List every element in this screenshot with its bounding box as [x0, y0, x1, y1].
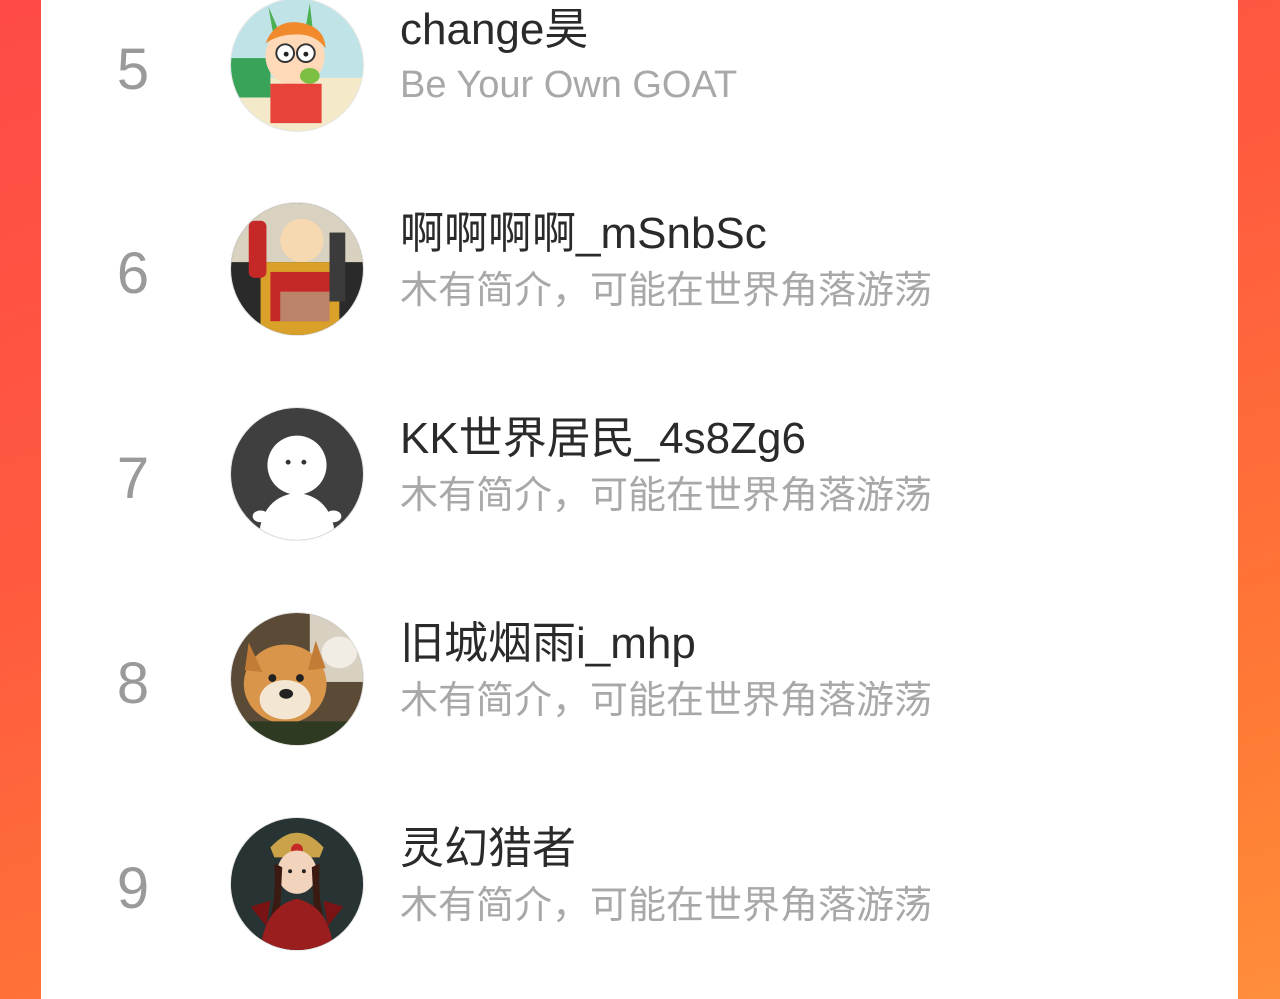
list-item[interactable]: 8 旧城烟雨i_mhp 木有简介，可能在世界角落游荡: [41, 610, 1238, 750]
user-bio: Be Your Own GOAT: [400, 64, 738, 106]
user-name[interactable]: 灵幻猎者: [400, 827, 576, 871]
rank-number: 7: [116, 446, 150, 511]
list-item[interactable]: 7 KK世界居民_4s8Zg6 木有简介，可能在世界角落游荡: [41, 405, 1238, 545]
user-bio: 木有简介，可能在世界角落游荡: [400, 475, 933, 517]
user-name[interactable]: change昊: [400, 8, 588, 52]
default-ghost-avatar-icon[interactable]: [230, 407, 364, 541]
user-name[interactable]: KK世界居民_4s8Zg6: [400, 417, 806, 461]
list-item[interactable]: 9 灵幻猎者 木有简介，可能在世界角落游荡: [41, 815, 1238, 955]
ranking-list: 5 change昊 Be Your Own GOAT 6 啊啊啊啊_mSnbSc…: [41, 0, 1238, 999]
bald-hero-avatar-icon[interactable]: [230, 202, 364, 336]
list-item[interactable]: 5 change昊 Be Your Own GOAT: [41, 0, 1238, 136]
rank-number: 6: [116, 241, 150, 306]
list-item[interactable]: 6 啊啊啊啊_mSnbSc 木有简介，可能在世界角落游荡: [41, 200, 1238, 340]
rank-number: 5: [116, 37, 150, 102]
user-bio: 木有简介，可能在世界角落游荡: [400, 885, 933, 927]
user-name[interactable]: 旧城烟雨i_mhp: [400, 622, 696, 666]
cartoon-boy-avatar-icon[interactable]: [230, 0, 364, 132]
shiba-dog-avatar-icon[interactable]: [230, 612, 364, 746]
rank-number: 8: [116, 651, 150, 716]
user-bio: 木有简介，可能在世界角落游荡: [400, 680, 933, 722]
rank-number: 9: [116, 856, 150, 921]
user-bio: 木有简介，可能在世界角落游荡: [400, 270, 933, 312]
user-name[interactable]: 啊啊啊啊_mSnbSc: [400, 212, 767, 256]
fantasy-warrior-avatar-icon[interactable]: [230, 817, 364, 951]
